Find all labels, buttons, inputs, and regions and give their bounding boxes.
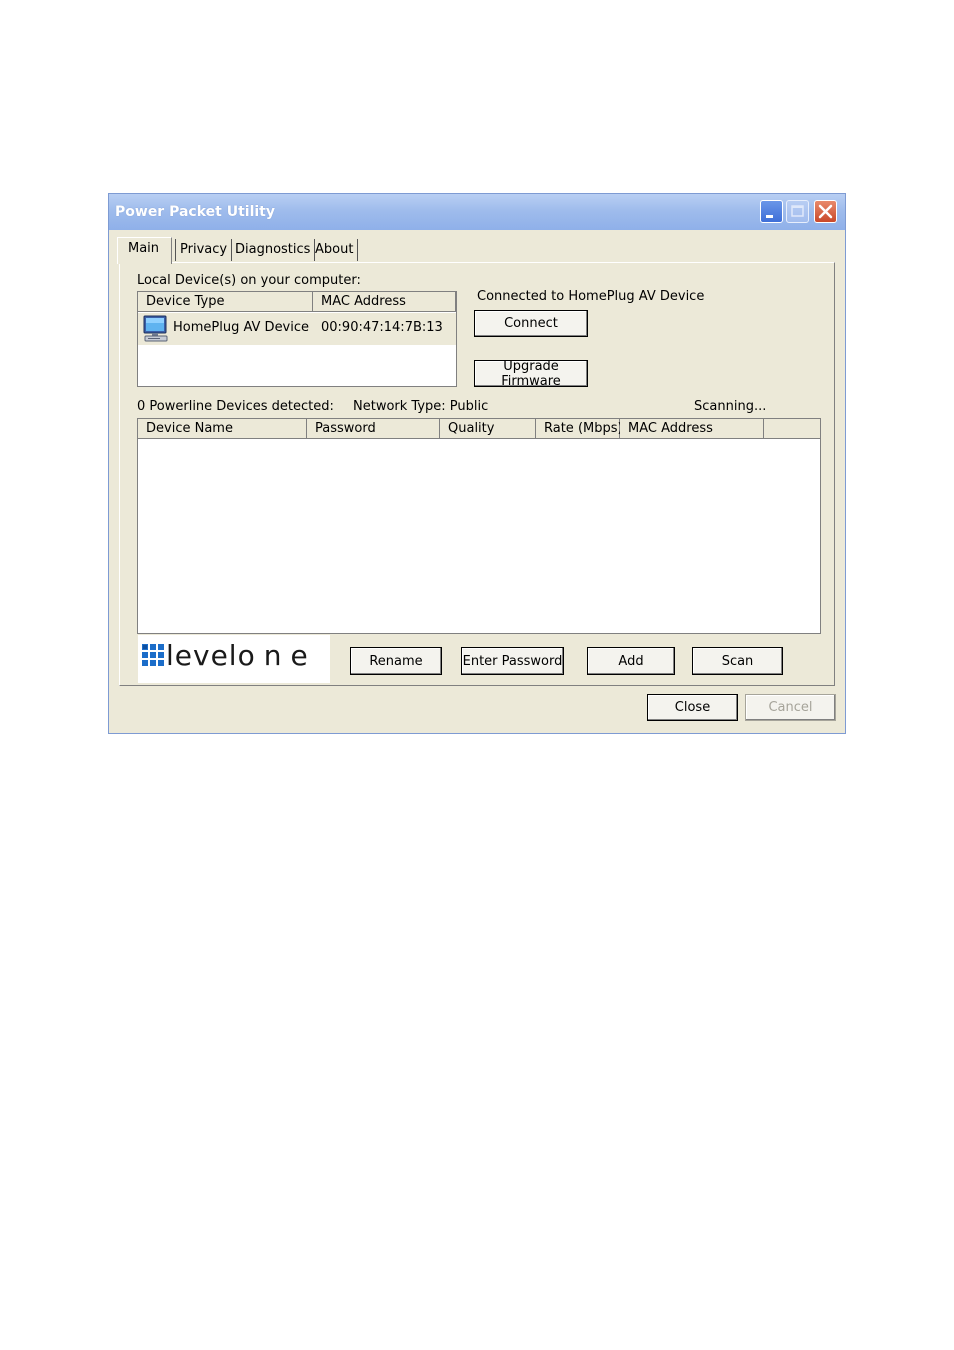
scan-button[interactable]: Scan (692, 647, 783, 675)
tab-privacy[interactable]: Privacy (175, 239, 233, 261)
enter-password-button[interactable]: Enter Password (461, 647, 564, 675)
close-button[interactable]: Close (647, 694, 738, 721)
close-icon (818, 204, 833, 219)
tab-diagnostics[interactable]: Diagnostics (231, 239, 316, 261)
column-rate[interactable]: Rate (Mbps) (536, 419, 623, 439)
device-type-cell: HomePlug AV Device (173, 320, 310, 335)
column-quality[interactable]: Quality (440, 419, 536, 439)
local-devices-list[interactable]: Device Type MAC Address HomePlug AV Devi… (137, 291, 457, 387)
connect-button[interactable]: Connect (474, 310, 588, 337)
close-window-button[interactable] (814, 200, 837, 223)
logo-bold-text: level (166, 639, 238, 672)
power-packet-utility-window: Power Packet Utility Main Privacy Diagno… (108, 193, 846, 734)
tab-main[interactable]: Main (117, 237, 172, 264)
maximize-button[interactable] (786, 200, 809, 223)
column-mac-address[interactable]: MAC Address (313, 292, 456, 312)
minimize-button[interactable] (760, 200, 783, 223)
powerline-devices-list[interactable]: Device Name Password Quality Rate (Mbps)… (137, 418, 821, 634)
devices-detected-label: 0 Powerline Devices detected: (137, 399, 334, 414)
levelone-mark-icon (142, 644, 164, 666)
column-password[interactable]: Password (307, 419, 440, 439)
column-device-type[interactable]: Device Type (138, 292, 313, 312)
tab-diagnostics-label: Diagnostics (235, 242, 311, 257)
tab-about-label: About (315, 242, 354, 257)
column-device-name[interactable]: Device Name (138, 419, 307, 439)
window-title: Power Packet Utility (115, 204, 275, 220)
scan-status-label: Scanning... (694, 399, 767, 414)
computer-icon (143, 315, 168, 342)
levelone-logo: levelone (138, 635, 330, 683)
local-devices-label: Local Device(s) on your computer: (137, 273, 361, 288)
network-type-label: Network Type: Public (353, 399, 489, 414)
column-filler (764, 419, 820, 439)
upgrade-firmware-button[interactable]: Upgrade Firmware (474, 359, 588, 389)
maximize-icon (791, 205, 804, 217)
rename-button[interactable]: Rename (350, 647, 442, 675)
device-mac-cell: 00:90:47:14:7B:13 (321, 320, 443, 335)
connection-status: Connected to HomePlug AV Device (477, 289, 705, 304)
cancel-button[interactable]: Cancel (745, 694, 836, 721)
logo-light-text: one (237, 639, 317, 672)
add-button[interactable]: Add (587, 647, 675, 675)
tab-privacy-label: Privacy (180, 242, 228, 257)
tab-main-label: Main (128, 241, 160, 256)
list-item[interactable]: HomePlug AV Device 00:90:47:14:7B:13 (138, 313, 456, 345)
title-bar[interactable]: Power Packet Utility (109, 194, 845, 230)
minimize-icon (766, 215, 773, 218)
column-powerline-mac[interactable]: MAC Address (620, 419, 764, 439)
tab-about[interactable]: About (311, 239, 359, 261)
